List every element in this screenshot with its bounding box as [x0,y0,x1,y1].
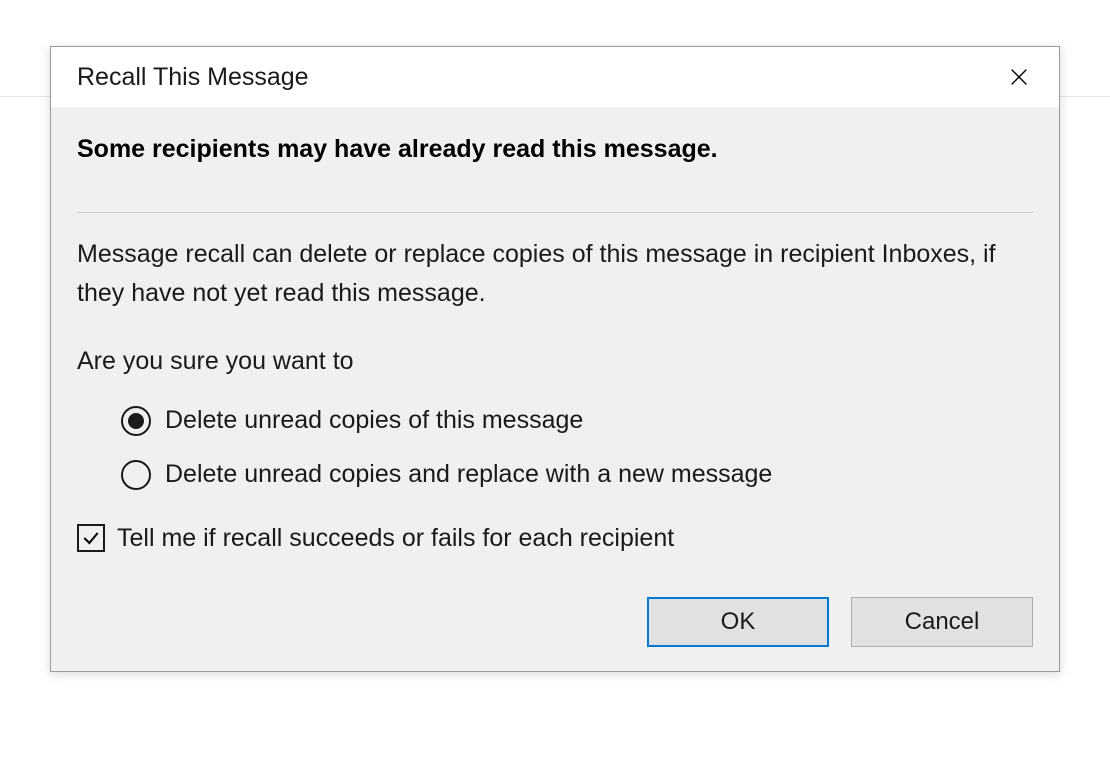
radio-indicator [121,406,151,436]
recall-options-group: Delete unread copies of this message Del… [121,406,1033,490]
section-divider [77,212,1033,213]
recall-message-dialog: Recall This Message Some recipients may … [50,46,1060,672]
description-text: Message recall can delete or replace cop… [77,235,1033,313]
cancel-button[interactable]: Cancel [851,597,1033,647]
dialog-title: Recall This Message [77,63,309,92]
radio-delete-and-replace[interactable]: Delete unread copies and replace with a … [121,460,1033,490]
prompt-text: Are you sure you want to [77,347,1033,376]
ok-button[interactable]: OK [647,597,829,647]
radio-replace-label: Delete unread copies and replace with a … [165,460,772,489]
checkmark-icon [81,528,101,548]
radio-delete-label: Delete unread copies of this message [165,406,583,435]
close-icon [1008,66,1030,88]
dialog-body: Some recipients may have already read th… [51,107,1059,671]
dialog-button-row: OK Cancel [77,597,1033,647]
dialog-titlebar: Recall This Message [51,47,1059,107]
radio-delete-unread[interactable]: Delete unread copies of this message [121,406,1033,436]
warning-heading: Some recipients may have already read th… [77,135,1033,164]
close-button[interactable] [999,57,1039,97]
radio-selected-dot [128,413,144,429]
checkbox-indicator [77,524,105,552]
radio-indicator [121,460,151,490]
notify-checkbox-label: Tell me if recall succeeds or fails for … [117,524,674,553]
notify-checkbox-row[interactable]: Tell me if recall succeeds or fails for … [77,524,1033,553]
